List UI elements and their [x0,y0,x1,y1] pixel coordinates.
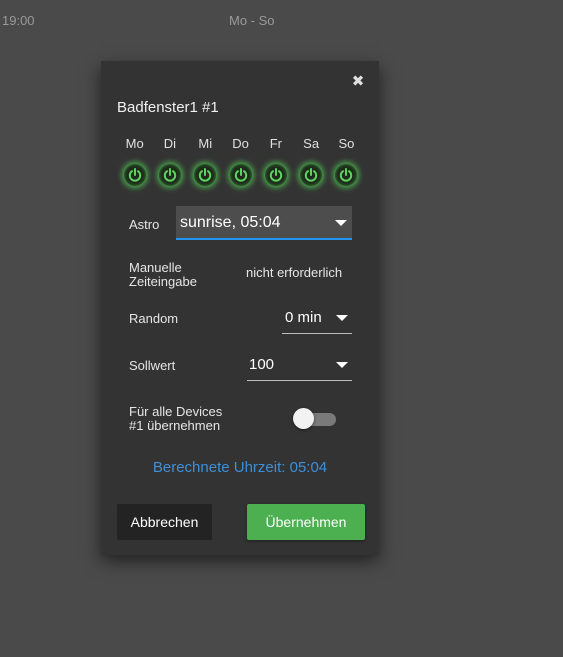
caret-down-icon [336,315,348,321]
random-label: Random [129,311,179,326]
power-icon[interactable] [300,164,323,186]
background-days-text: Mo - So [229,13,275,28]
caret-down-icon [335,220,347,226]
manual-time-value: nicht erforderlich [246,265,343,280]
schedule-dialog: ✖ Badfenster1 #1 Mo Di Mi Do Fr Sa So As… [101,61,379,555]
apply-button[interactable]: Übernehmen [247,504,365,540]
power-icon[interactable] [264,164,287,186]
day-do: Do [223,137,258,186]
weekday-selector: Mo Di Mi Do Fr Sa So [117,137,365,186]
power-icon[interactable] [123,164,146,186]
target-label: Sollwert [129,358,176,373]
power-icon[interactable] [194,164,217,186]
power-icon[interactable] [335,164,358,186]
calculated-time: Berechnete Uhrzeit: 05:04 [152,459,328,476]
day-label: Mi [198,136,213,151]
manual-time-label: Manuelle Zeiteingabe [129,260,197,289]
astro-label: Astro [129,217,160,232]
background-time-text: 19:00 [2,13,35,28]
day-label: Do [232,136,249,151]
astro-select[interactable]: sunrise, 05:04 [176,206,352,240]
toggle-knob [293,408,314,429]
caret-down-icon [336,362,348,368]
random-select[interactable]: 0 min [282,307,352,334]
day-label: Mo [125,136,144,151]
day-so: So [329,137,364,186]
dialog-title: Badfenster1 #1 [117,99,219,116]
target-value: 100 [249,356,275,373]
day-mi: Mi [188,137,223,186]
day-fr: Fr [258,137,293,186]
apply-all-toggle[interactable] [292,408,338,430]
day-sa: Sa [293,137,328,186]
day-mo: Mo [117,137,152,186]
power-icon[interactable] [229,164,252,186]
day-label: Sa [303,136,320,151]
day-label: So [338,136,355,151]
day-label: Di [163,136,177,151]
power-icon[interactable] [158,164,181,186]
day-di: Di [152,137,187,186]
random-value: 0 min [285,309,322,326]
close-icon[interactable]: ✖ [351,74,365,89]
target-select[interactable]: 100 [247,354,352,381]
apply-all-label: Für alle Devices #1 übernehmen [129,404,223,433]
day-label: Fr [269,136,282,151]
astro-value: sunrise, 05:04 [180,214,281,231]
cancel-button[interactable]: Abbrechen [117,504,212,540]
